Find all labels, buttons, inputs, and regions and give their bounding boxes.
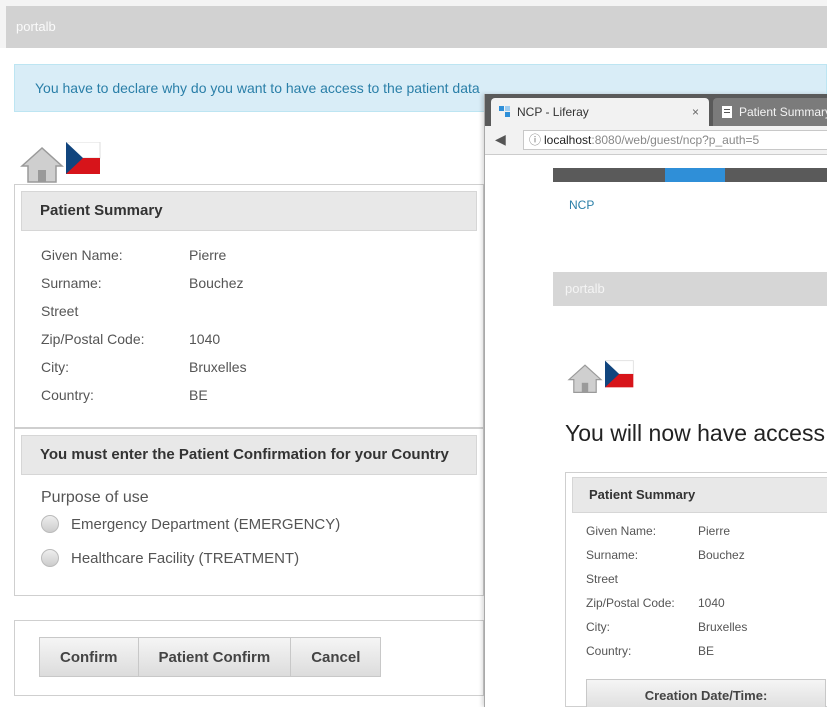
home-icon[interactable] (20, 144, 64, 184)
active-nav-indicator[interactable] (665, 168, 725, 182)
option-label: Emergency Department (EMERGENCY) (71, 515, 341, 533)
address-bar: ◀ ⓘ localhost:8080/web/guest/ncp?p_auth=… (485, 126, 827, 155)
field-row: Surname: Bouchez (15, 269, 483, 297)
creation-date-time-button[interactable]: Creation Date/Time: (586, 679, 826, 707)
field-row: Country: BE (15, 381, 483, 409)
field-row: Street (566, 567, 827, 591)
field-row: Given Name: Pierre (15, 241, 483, 269)
field-label: City: (586, 620, 610, 634)
field-row: City: Bruxelles (15, 353, 483, 381)
radio-button[interactable] (41, 549, 59, 567)
field-value: BE (698, 644, 715, 658)
field-row: Zip/Postal Code: 1040 (15, 325, 483, 353)
popup-patient-summary-panel: Patient Summary Given Name: Pierre Surnam… (565, 472, 827, 707)
confirmation-panel: You must enter the Patient Confirmation … (14, 428, 484, 596)
field-label: Surname: (41, 275, 102, 291)
field-label: Surname: (586, 548, 639, 562)
popup-access-heading: You will now have access to the patient … (565, 420, 827, 446)
home-icon[interactable] (567, 362, 603, 394)
patient-summary-header: Patient Summary (21, 191, 477, 231)
patient-summary-fields: Given Name: Pierre Surname: Bouchez Street… (15, 241, 483, 409)
field-label: Zip/Postal Code: (586, 596, 675, 610)
field-label: Street (586, 572, 619, 586)
field-value: Pierre (698, 524, 731, 538)
field-label: Given Name: (586, 524, 657, 538)
field-row: Country: BE (566, 639, 827, 663)
purpose-of-use-label: Purpose of use (41, 489, 149, 506)
popup-portlet-title-bar: portalb (553, 272, 827, 306)
liferay-favicon-icon (499, 106, 510, 117)
purpose-option-treatment[interactable]: Healthcare Facility (TREATMENT) (15, 541, 483, 575)
button-group: Confirm Patient Confirm Cancel (39, 637, 382, 677)
cancel-button[interactable]: Cancel (290, 637, 382, 677)
confirmation-header: You must enter the Patient Confirmation … (21, 435, 477, 475)
czech-flag-icon[interactable] (605, 360, 635, 388)
ncp-breadcrumb-link[interactable]: NCP (569, 198, 594, 212)
url-host: localhost (544, 133, 592, 147)
portlet-title-bar: portalb (6, 6, 827, 48)
field-label: Zip/Postal Code: (41, 331, 145, 347)
field-value: Pierre (189, 247, 227, 263)
field-label: Country: (41, 387, 94, 403)
tab-patient-summary[interactable]: Patient Summary (713, 98, 827, 126)
field-value: Bruxelles (189, 359, 247, 375)
url-field[interactable]: ⓘ localhost:8080/web/guest/ncp?p_auth=5 (523, 130, 827, 150)
czech-flag-icon[interactable] (66, 142, 102, 174)
radio-button[interactable] (41, 515, 59, 533)
field-label: Street (41, 303, 79, 319)
field-label: Country: (586, 644, 632, 658)
confirm-button[interactable]: Confirm (39, 637, 139, 677)
option-label: Healthcare Facility (TREATMENT) (71, 549, 300, 567)
field-value: 1040 (698, 596, 725, 610)
field-row: Zip/Postal Code: 1040 (566, 591, 827, 615)
field-row: City: Bruxelles (566, 615, 827, 639)
popup-home-and-flag-icons (567, 360, 647, 394)
field-value: BE (189, 387, 208, 403)
popup-browser-window: NCP - Liferay × Patient Summary ◀ ⓘ loca… (484, 94, 827, 707)
document-favicon-icon (722, 106, 732, 118)
url-path: :8080/web/guest/ncp?p_auth=5 (591, 133, 760, 147)
actions-panel: Confirm Patient Confirm Cancel (14, 620, 484, 696)
back-arrow-icon[interactable]: ◀ (495, 131, 506, 148)
info-icon[interactable]: ⓘ (529, 131, 541, 149)
tab-ncp-liferay[interactable]: NCP - Liferay × (491, 98, 709, 126)
patient-confirm-button[interactable]: Patient Confirm (137, 637, 292, 677)
popup-patient-summary-header: Patient Summary (572, 477, 827, 513)
purpose-option-emergency[interactable]: Emergency Department (EMERGENCY) (15, 507, 483, 541)
browser-tabstrip: NCP - Liferay × Patient Summary (485, 94, 827, 126)
field-row: Given Name: Pierre (566, 519, 827, 543)
popup-patient-fields: Given Name: Pierre Surname: Bouchez Street… (566, 519, 827, 663)
field-value: 1040 (189, 331, 221, 347)
home-and-flag-icons (20, 142, 110, 184)
tab-label: NCP - Liferay (517, 105, 589, 119)
field-row: Surname: Bouchez (566, 543, 827, 567)
tab-close-icon[interactable]: × (692, 98, 699, 126)
site-nav-strip (553, 168, 827, 182)
field-value: Bouchez (189, 275, 244, 291)
field-value: Bruxelles (698, 620, 748, 634)
field-value: Bouchez (698, 548, 745, 562)
field-label: Given Name: (41, 247, 123, 263)
tab-label: Patient Summary (739, 105, 827, 119)
field-label: City: (41, 359, 69, 375)
patient-summary-panel: Patient Summary Given Name: Pierre Surnam… (14, 184, 484, 428)
field-row: Street (15, 297, 483, 325)
